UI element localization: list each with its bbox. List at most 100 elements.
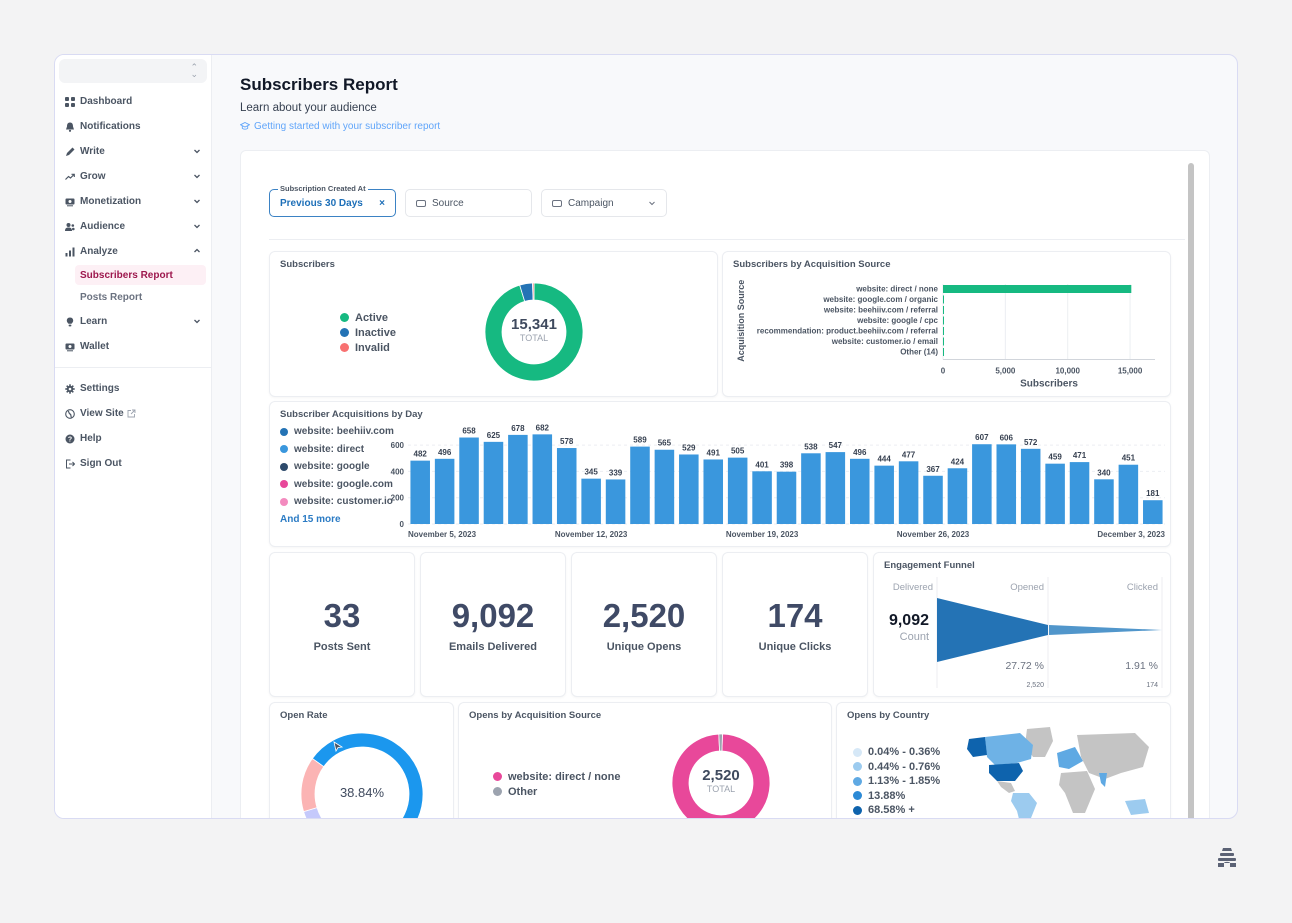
sidebar-item-dashboard[interactable]: Dashboard	[55, 89, 211, 114]
map-region-mexico[interactable]	[997, 781, 1015, 793]
legend-item[interactable]: 0.04% - 0.36%	[853, 745, 940, 760]
bar[interactable]	[776, 471, 797, 524]
bar[interactable]	[1118, 464, 1139, 524]
bar[interactable]	[630, 446, 650, 524]
bar[interactable]	[943, 295, 944, 304]
legend-item[interactable]: Active	[340, 310, 396, 325]
bar[interactable]	[752, 471, 772, 524]
map-region-asia[interactable]	[1077, 733, 1149, 779]
bar[interactable]	[825, 452, 846, 524]
bar[interactable]	[943, 306, 944, 314]
bar[interactable]	[923, 475, 943, 524]
clear-icon[interactable]: ×	[379, 198, 385, 209]
sidebar-item-notifications[interactable]: Notifications	[55, 114, 211, 139]
bar[interactable]	[679, 454, 699, 524]
bar[interactable]	[801, 453, 821, 524]
bar[interactable]	[972, 444, 992, 524]
legend-item[interactable]: Other	[493, 784, 620, 799]
legend-item[interactable]: 1.13% - 1.85%	[853, 774, 940, 789]
bar[interactable]	[849, 458, 870, 524]
date-filter-value: Previous 30 Days	[280, 197, 363, 209]
map-region-australia[interactable]	[1125, 799, 1149, 815]
workspace-switcher[interactable]: ⌃ ⌄	[59, 59, 207, 83]
bar[interactable]	[1020, 448, 1041, 524]
sidebar-item-wallet[interactable]: Wallet	[55, 334, 211, 359]
donut-slice-opened[interactable]	[311, 732, 424, 819]
beehiiv-logo-icon	[1218, 848, 1236, 867]
sidebar-item-write[interactable]: Write	[55, 139, 211, 164]
donut-slice-other[interactable]	[718, 733, 723, 752]
bar[interactable]	[943, 285, 1132, 293]
bar[interactable]	[581, 478, 601, 524]
bar[interactable]	[1045, 463, 1065, 524]
map-region-europe[interactable]	[1057, 747, 1083, 769]
sidebar-item-learn[interactable]: Learn	[55, 309, 211, 334]
bar[interactable]	[943, 316, 944, 325]
sidebar-item-settings[interactable]: Settings	[55, 376, 211, 401]
legend-item[interactable]: Inactive	[340, 325, 396, 340]
funnel-opened-count: 2,520	[1026, 682, 1044, 689]
map-region-india[interactable]	[1099, 773, 1107, 787]
bar[interactable]	[943, 337, 944, 346]
legend-item[interactable]: 68.58% +	[853, 803, 940, 818]
legend-item[interactable]: website: google	[280, 458, 394, 476]
more-legend-link[interactable]: And 15 more	[280, 511, 394, 529]
legend-item[interactable]: website: google.com	[280, 476, 394, 494]
guide-link-text: Getting started with your subscriber rep…	[254, 121, 441, 132]
bar[interactable]	[532, 434, 553, 524]
guide-link[interactable]: Getting started with your subscriber rep…	[240, 121, 440, 132]
scrollbar[interactable]	[1188, 163, 1194, 818]
map-region-africa[interactable]	[1059, 771, 1095, 813]
bar[interactable]	[898, 461, 919, 524]
funnel-segment-opened[interactable]	[1049, 625, 1162, 635]
bar[interactable]	[874, 465, 894, 524]
bar[interactable]	[410, 460, 430, 524]
bar[interactable]	[1143, 500, 1163, 524]
legend-label: 13.88%	[868, 789, 906, 802]
legend-item[interactable]: website: customer.io	[280, 493, 394, 511]
sidebar-subitem-posts-report[interactable]: Posts Report	[75, 287, 206, 307]
sidebar-item-view-site[interactable]: View Site	[55, 401, 211, 426]
bar[interactable]	[943, 348, 944, 356]
bar[interactable]	[943, 327, 944, 335]
legend-item[interactable]: website: beehiiv.com	[280, 423, 394, 441]
opens-by-country-card: Opens by Country 0.04% - 0.36% 0.44% - 0…	[836, 702, 1171, 819]
legend-item[interactable]: website: direct	[280, 441, 394, 459]
bar[interactable]	[703, 459, 724, 524]
sidebar-item-sign-out[interactable]: Sign Out	[55, 451, 211, 476]
sidebar-item-grow[interactable]: Grow	[55, 164, 211, 189]
sidebar-item-monetization[interactable]: Monetization	[55, 189, 211, 214]
bar[interactable]	[996, 444, 1017, 524]
sidebar-subitem-subscribers-report[interactable]: Subscribers Report	[75, 265, 206, 285]
bar[interactable]	[947, 468, 968, 524]
map-region-canada[interactable]	[985, 733, 1033, 765]
bar[interactable]	[1094, 479, 1114, 524]
legend-item[interactable]: Invalid	[340, 340, 396, 355]
bar[interactable]	[434, 458, 455, 524]
bar[interactable]	[459, 437, 479, 524]
donut-slice-invalid[interactable]	[532, 282, 535, 301]
map-region-alaska[interactable]	[967, 737, 987, 757]
sidebar-item-analyze[interactable]: Analyze	[55, 239, 211, 264]
bar[interactable]	[508, 434, 528, 524]
funnel-segment-delivered[interactable]	[937, 598, 1048, 662]
bar[interactable]	[1069, 462, 1090, 524]
campaign-filter[interactable]: Campaign	[541, 189, 667, 217]
bar[interactable]	[605, 479, 626, 524]
map-region-usa[interactable]	[989, 763, 1023, 781]
stat-value: 2,520	[602, 597, 686, 634]
donut-slice-unopened-a[interactable]	[303, 807, 371, 819]
date-filter[interactable]: Subscription Created At Previous 30 Days…	[269, 184, 396, 217]
sidebar-item-help[interactable]: ? Help	[55, 426, 211, 451]
legend-item[interactable]: 13.88%	[853, 789, 940, 804]
source-filter[interactable]: Source	[405, 189, 532, 217]
bar[interactable]	[654, 449, 675, 524]
bar[interactable]	[483, 441, 504, 524]
y-tick-label: website: beehiiv.com / referral	[823, 306, 938, 315]
map-region-south-america[interactable]	[1011, 793, 1037, 819]
legend-item[interactable]: 0.44% - 0.76%	[853, 760, 940, 775]
bar[interactable]	[556, 448, 577, 524]
legend-item[interactable]: website: direct / none	[493, 769, 620, 784]
sidebar-item-audience[interactable]: Audience	[55, 214, 211, 239]
bar[interactable]	[727, 457, 748, 524]
